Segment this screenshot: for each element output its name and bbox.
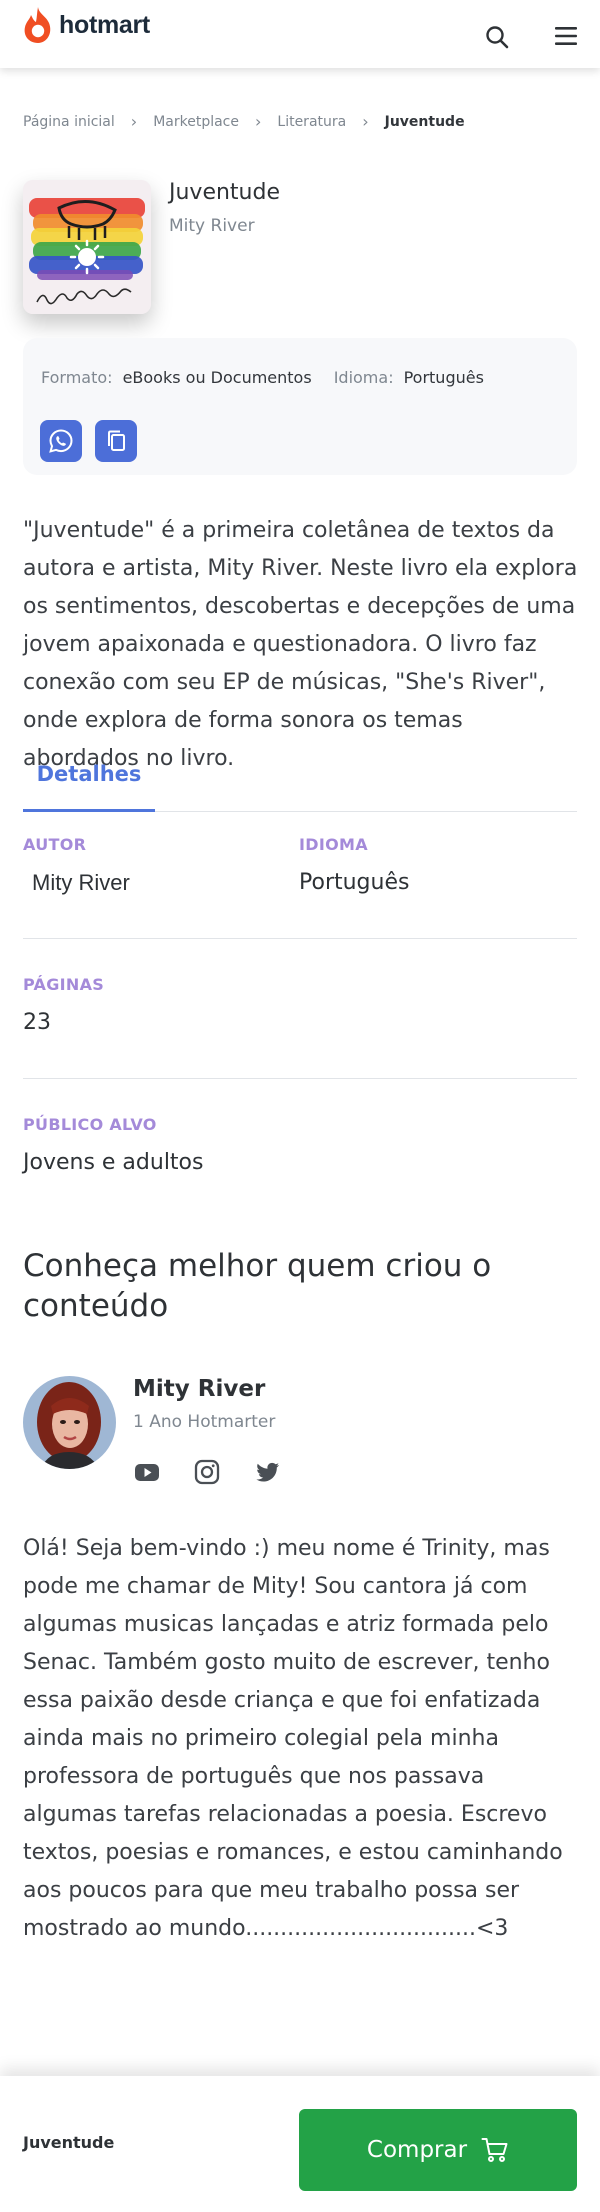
detail-language-value: Português xyxy=(299,870,410,895)
breadcrumb: Página inicial › Marketplace › Literatur… xyxy=(23,112,465,131)
hotmart-logo[interactable]: hotmart xyxy=(22,6,150,44)
breadcrumb-category[interactable]: Literatura xyxy=(277,114,346,130)
format-value: eBooks ou Documentos xyxy=(122,368,312,387)
detail-audience-value: Jovens e adultos xyxy=(23,1150,204,1175)
buy-button-label: Comprar xyxy=(366,2137,468,2163)
product-cover-image xyxy=(23,180,151,314)
buy-button[interactable]: Comprar xyxy=(299,2109,577,2191)
detail-pages-label: PÁGINAS xyxy=(23,975,105,994)
divider xyxy=(23,1078,577,1079)
breadcrumb-marketplace[interactable]: Marketplace xyxy=(153,114,239,130)
creator-avatar[interactable] xyxy=(23,1376,116,1469)
menu-icon[interactable] xyxy=(554,26,578,46)
detail-pages-value: 23 xyxy=(23,1010,51,1035)
search-icon[interactable] xyxy=(484,24,510,50)
detail-author-value: Mity River xyxy=(32,870,130,895)
detail-audience-label: PÚBLICO ALVO xyxy=(23,1115,157,1134)
detail-language-label: IDIOMA xyxy=(299,835,368,854)
youtube-icon[interactable] xyxy=(133,1458,161,1486)
language-value: Português xyxy=(403,368,484,387)
share-whatsapp-button[interactable] xyxy=(40,420,82,462)
twitter-icon[interactable] xyxy=(254,1458,282,1486)
instagram-icon[interactable] xyxy=(193,1458,221,1486)
detail-author-label: AUTOR xyxy=(23,835,87,854)
divider xyxy=(23,938,577,939)
cart-icon xyxy=(481,2138,508,2162)
breadcrumb-home[interactable]: Página inicial xyxy=(23,114,115,130)
hotmart-logo-text: hotmart xyxy=(59,10,150,39)
copy-link-button[interactable] xyxy=(95,420,137,462)
format-label: Formato: xyxy=(41,368,113,387)
product-author[interactable]: Mity River xyxy=(169,216,255,236)
whatsapp-icon xyxy=(49,429,73,453)
breadcrumb-current: Juventude xyxy=(384,113,465,130)
product-tabs: Detalhes xyxy=(23,750,577,812)
chevron-right-icon: › xyxy=(362,112,369,131)
product-description: "Juventude" é a primeira coletânea de te… xyxy=(23,518,578,771)
product-meta: Formato: eBooks ou Documentos Idioma: Po… xyxy=(41,368,506,387)
creator-section-title: Conheça melhor quem criou o conteúdo xyxy=(23,1248,492,1324)
product-title: Juventude xyxy=(169,180,280,205)
bottom-product-title: Juventude xyxy=(23,2133,115,2152)
creator-bio: Olá! Seja bem-vindo :) meu nome é Trinit… xyxy=(23,1536,563,1941)
bottom-purchase-bar: Juventude Comprar xyxy=(0,2076,600,2212)
hotmart-flame-icon xyxy=(24,7,51,43)
top-header: hotmart xyxy=(0,0,600,68)
creator-name[interactable]: Mity River xyxy=(133,1376,265,1402)
tab-detalhes[interactable]: Detalhes xyxy=(23,750,155,812)
chevron-right-icon: › xyxy=(130,112,138,131)
product-info-box: Formato: eBooks ou Documentos Idioma: Po… xyxy=(23,338,577,475)
language-label: Idioma: xyxy=(333,368,394,387)
copy-link-icon xyxy=(108,430,125,451)
creator-subtitle: 1 Ano Hotmarter xyxy=(133,1412,276,1432)
chevron-right-icon: › xyxy=(254,112,262,131)
